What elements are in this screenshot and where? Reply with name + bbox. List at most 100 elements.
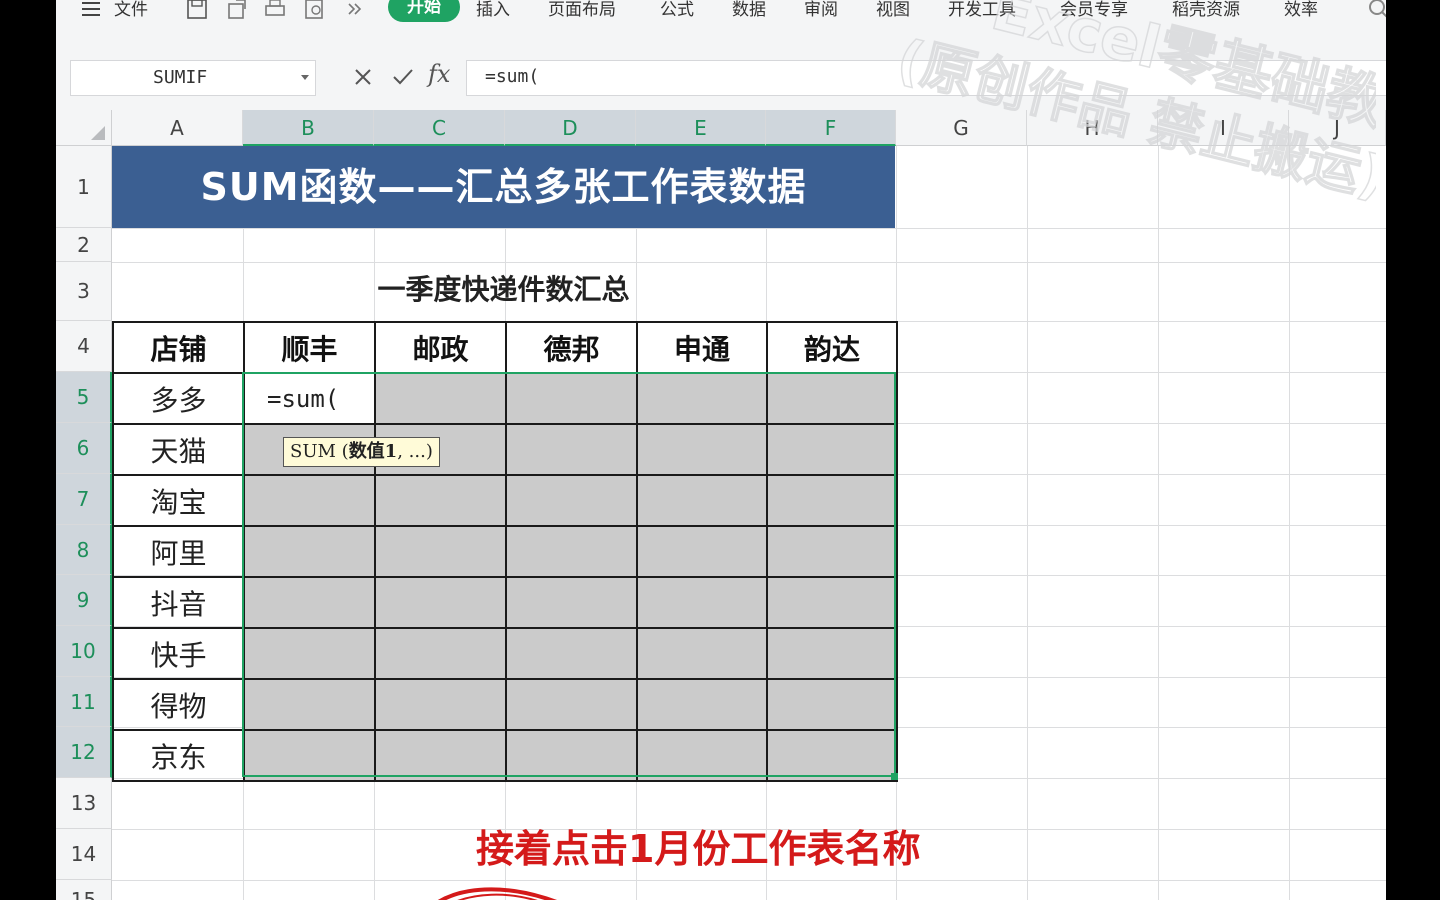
header-cell-sto[interactable]: 申通 (636, 321, 768, 374)
value-cell[interactable] (636, 729, 768, 782)
value-cell[interactable] (243, 576, 376, 629)
tab-review[interactable]: 审阅 (804, 0, 838, 24)
value-cell[interactable] (505, 729, 638, 782)
row-header-5[interactable]: 5 (56, 372, 112, 423)
hamburger-menu-icon[interactable] (80, 0, 102, 20)
row-header-13[interactable]: 13 (56, 778, 112, 829)
header-cell-yunda[interactable]: 韵达 (766, 321, 898, 374)
value-cell[interactable] (636, 525, 768, 578)
value-cell[interactable] (374, 372, 507, 425)
save-icon[interactable] (186, 0, 208, 20)
function-tooltip[interactable]: SUM (数值1, ...) (283, 437, 440, 467)
store-cell[interactable]: 天猫 (112, 423, 245, 476)
value-cell[interactable] (766, 372, 898, 425)
value-cell[interactable] (636, 627, 768, 680)
fill-handle[interactable] (891, 773, 898, 780)
value-cell[interactable] (636, 474, 768, 527)
value-cell[interactable] (636, 678, 768, 731)
row-header-8[interactable]: 8 (56, 525, 112, 575)
value-cell[interactable] (766, 627, 898, 680)
store-cell[interactable]: 抖音 (112, 576, 245, 629)
column-header-c[interactable]: C (374, 110, 505, 146)
active-cell[interactable]: =sum( (243, 372, 376, 425)
store-cell[interactable]: 快手 (112, 627, 245, 680)
tab-page-layout[interactable]: 页面布局 (548, 0, 616, 24)
store-cell[interactable]: 多多 (112, 372, 245, 425)
value-cell[interactable] (374, 678, 507, 731)
tab-insert[interactable]: 插入 (476, 0, 510, 24)
header-cell-post[interactable]: 邮政 (374, 321, 507, 374)
tab-efficiency[interactable]: 效率 (1284, 0, 1318, 24)
value-cell[interactable] (766, 474, 898, 527)
value-cell[interactable] (636, 576, 768, 629)
value-cell[interactable] (374, 729, 507, 782)
value-cell[interactable] (766, 525, 898, 578)
name-box[interactable]: SUMIF (70, 60, 316, 96)
value-cell[interactable] (505, 372, 638, 425)
value-cell[interactable] (243, 627, 376, 680)
row-header-14[interactable]: 14 (56, 829, 112, 880)
value-cell[interactable] (766, 729, 898, 782)
value-cell[interactable] (505, 627, 638, 680)
value-cell[interactable] (243, 474, 376, 527)
row-header-2[interactable]: 2 (56, 228, 112, 262)
tab-view[interactable]: 视图 (876, 0, 910, 24)
export-icon[interactable] (226, 0, 248, 20)
print-icon[interactable] (264, 0, 286, 20)
header-cell-sf[interactable]: 顺丰 (243, 321, 376, 374)
column-header-h[interactable]: H (1027, 110, 1158, 146)
store-cell[interactable]: 得物 (112, 678, 245, 731)
column-header-d[interactable]: D (505, 110, 636, 146)
store-cell[interactable]: 淘宝 (112, 474, 245, 527)
value-cell[interactable] (766, 576, 898, 629)
row-header-15[interactable]: 15 (56, 880, 112, 900)
row-header-6[interactable]: 6 (56, 423, 112, 474)
confirm-check-icon[interactable] (388, 62, 418, 92)
row-header-11[interactable]: 11 (56, 677, 112, 727)
value-cell[interactable] (505, 576, 638, 629)
tab-developer[interactable]: 开发工具 (948, 0, 1016, 24)
value-cell[interactable] (243, 525, 376, 578)
value-cell[interactable] (636, 372, 768, 425)
print-preview-icon[interactable] (304, 0, 326, 20)
value-cell[interactable] (374, 525, 507, 578)
row-header-10[interactable]: 10 (56, 626, 112, 677)
column-header-j[interactable]: J (1289, 110, 1386, 146)
tab-docer-resources[interactable]: 稻壳资源 (1172, 0, 1240, 24)
value-cell[interactable] (374, 627, 507, 680)
sheet-title[interactable]: SUM函数——汇总多张工作表数据 (112, 146, 895, 228)
tab-home[interactable]: 开始 (388, 0, 460, 22)
row-header-9[interactable]: 9 (56, 575, 112, 626)
column-header-f[interactable]: F (766, 110, 896, 146)
row-header-4[interactable]: 4 (56, 321, 112, 372)
insert-function-button[interactable]: fx (428, 60, 450, 88)
file-menu[interactable]: 文件 (114, 0, 148, 24)
value-cell[interactable] (243, 729, 376, 782)
store-cell[interactable]: 阿里 (112, 525, 245, 578)
select-all-corner[interactable] (56, 110, 112, 146)
value-cell[interactable] (374, 474, 507, 527)
column-header-e[interactable]: E (636, 110, 766, 146)
row-header-12[interactable]: 12 (56, 727, 112, 778)
column-header-g[interactable]: G (896, 110, 1027, 146)
more-chevron-icon[interactable] (344, 0, 366, 20)
column-header-i[interactable]: I (1158, 110, 1289, 146)
name-box-dropdown-icon[interactable] (301, 75, 309, 80)
value-cell[interactable] (505, 678, 638, 731)
value-cell[interactable] (766, 678, 898, 731)
column-header-a[interactable]: A (112, 110, 243, 146)
header-cell-store[interactable]: 店铺 (112, 321, 245, 374)
value-cell[interactable] (505, 423, 638, 476)
value-cell[interactable] (374, 576, 507, 629)
value-cell[interactable] (505, 474, 638, 527)
value-cell[interactable] (766, 423, 898, 476)
store-cell[interactable]: 京东 (112, 729, 245, 782)
formula-input[interactable]: =sum( (466, 60, 1386, 96)
tab-member[interactable]: 会员专享 (1060, 0, 1128, 24)
value-cell[interactable] (636, 423, 768, 476)
tab-data[interactable]: 数据 (732, 0, 766, 24)
sheet-subtitle[interactable]: 一季度快递件数汇总 (112, 262, 895, 317)
search-icon[interactable] (1366, 0, 1386, 22)
row-header-7[interactable]: 7 (56, 474, 112, 525)
worksheet-grid[interactable]: A B C D E F G H I J 1 2 3 4 5 6 7 8 9 10… (56, 110, 1386, 900)
